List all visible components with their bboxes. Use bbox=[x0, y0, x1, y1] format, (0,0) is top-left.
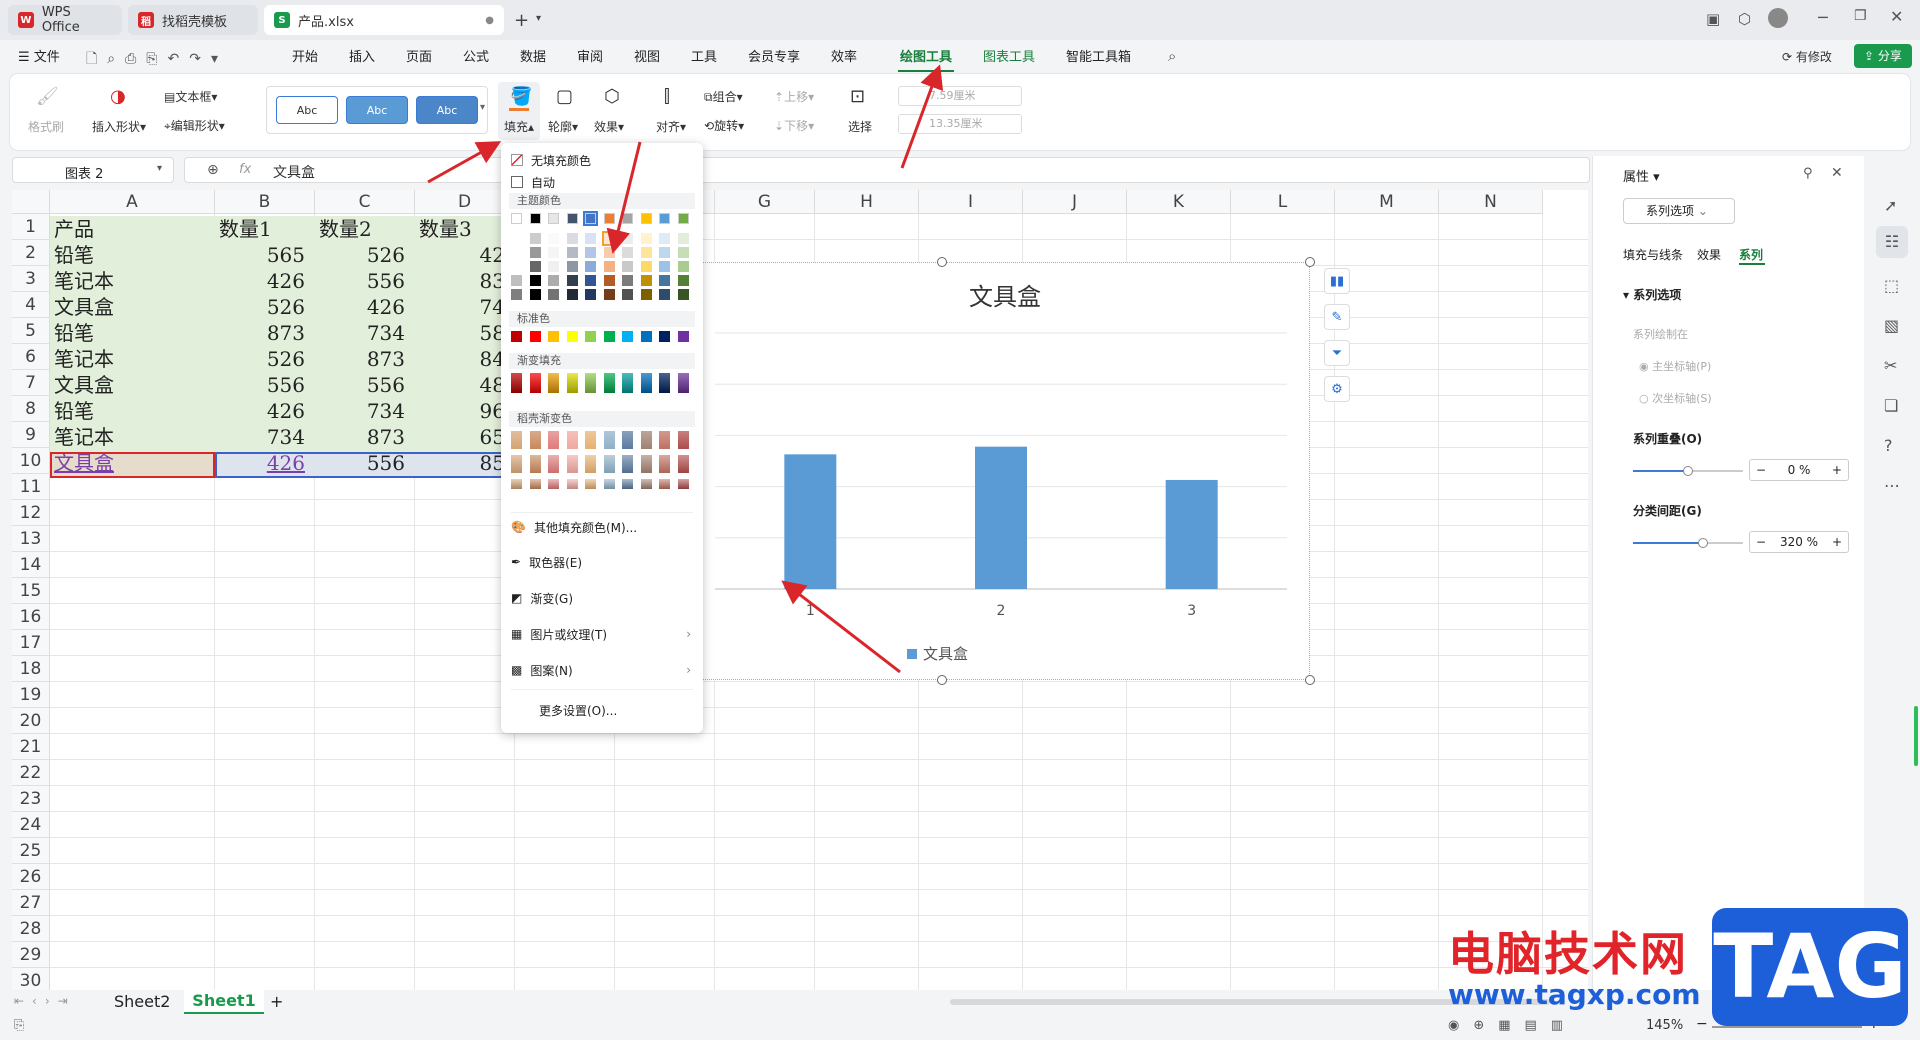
arrow-to-drawing-tools bbox=[900, 64, 944, 169]
arrow-to-chart-bar bbox=[781, 580, 901, 674]
arrow-to-color-swatch bbox=[606, 141, 642, 254]
watermark-text: 电脑技术网 bbox=[1448, 927, 1688, 981]
arrow-to-fill-button bbox=[427, 141, 502, 184]
annotation-arrows bbox=[427, 64, 944, 674]
watermark-logo: TAG bbox=[1712, 908, 1908, 1026]
watermark-url: www.tagxp.com bbox=[1448, 978, 1701, 1011]
